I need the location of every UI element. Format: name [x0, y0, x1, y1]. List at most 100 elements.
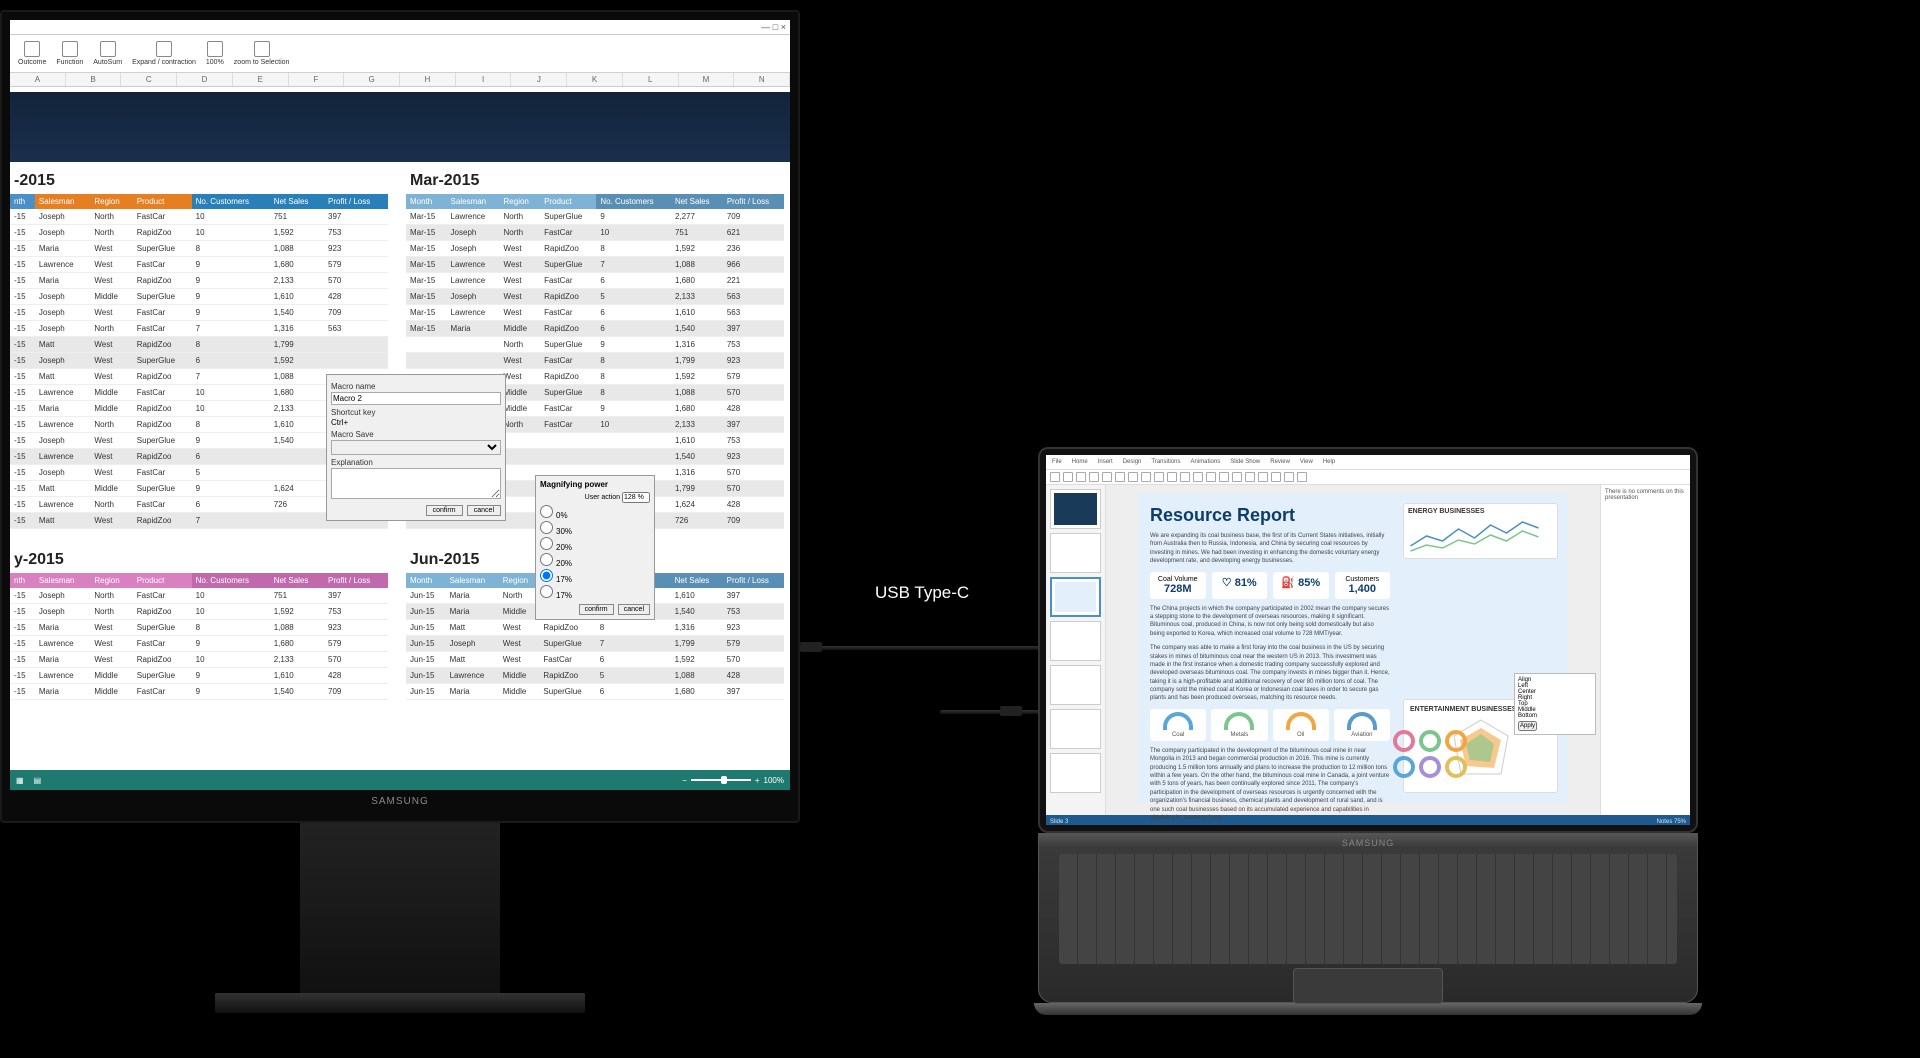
ribbon-tab[interactable]: Design [1121, 458, 1144, 466]
explanation-textarea[interactable] [331, 468, 501, 499]
kpi-card: Customers1,400 [1335, 572, 1391, 599]
toolbar-outcome[interactable]: Outcome [16, 39, 48, 68]
magnify-cancel-button[interactable]: cancel [618, 604, 650, 615]
ribbon-icons[interactable] [1046, 470, 1690, 485]
table-row[interactable]: Mar-15MariaMiddleRapidZoo61,540397 [406, 321, 784, 337]
ribbon-tab[interactable]: Review [1268, 458, 1292, 466]
magnify-dialog[interactable]: Magnifying power User action 0%30%20%20%… [535, 475, 655, 620]
zoom-minus-icon[interactable]: − [682, 776, 687, 785]
mini-donut-grid [1393, 730, 1467, 778]
table-row[interactable]: -15LawrenceWestFastCar91,680579 [10, 257, 388, 273]
table-row[interactable]: -15MariaWestRapidZoo102,133570 [10, 652, 388, 668]
table-row[interactable]: -15MariaWestRapidZoo92,133570 [10, 273, 388, 289]
table-row[interactable]: Jun-15MattWestFastCar61,592570 [406, 652, 784, 668]
macro-cancel-button[interactable]: cancel [467, 505, 501, 516]
table-row[interactable]: -15JosephNorthRapidZoo101,592753 [10, 604, 388, 620]
window-controls[interactable]: — □ × [10, 20, 790, 35]
table-row[interactable]: -15JosephNorthFastCar10751397 [10, 588, 388, 604]
table-row[interactable]: -15MariaWestSuperGlue81,088923 [10, 241, 388, 257]
ribbon-tab[interactable]: Transitions [1149, 458, 1182, 466]
thumbnail-6[interactable] [1050, 709, 1101, 749]
thumbnail-5[interactable] [1050, 665, 1101, 705]
table-row[interactable]: -15JosephNorthFastCar71,316563 [10, 321, 388, 337]
table-row[interactable]: Jun-15JosephWestSuperGlue71,799579 [406, 636, 784, 652]
align-option[interactable]: Bottom [1518, 713, 1592, 719]
table-row[interactable]: Mar-15JosephNorthFastCar10751621 [406, 225, 784, 241]
ribbon-tab[interactable]: Help [1321, 458, 1337, 466]
thumbnail-2[interactable] [1050, 533, 1101, 573]
macro-dialog[interactable]: Macro name Shortcut key Ctrl+ Macro Save… [326, 374, 506, 521]
table-row[interactable]: -15LawrenceWestFastCar91,680579 [10, 636, 388, 652]
kpi-card: ♡ 81% [1212, 572, 1268, 599]
table-row[interactable]: -15MattWestRapidZoo81,799 [10, 337, 388, 353]
monitor-screen: — □ × Outcome Function AutoSum Expand / … [10, 20, 790, 790]
sheet-icon2[interactable]: ▤ [34, 776, 42, 785]
zoom-thumb[interactable] [721, 776, 727, 784]
section-bot-left: y-2015 nthSalesmanRegionProductNo. Custo… [10, 541, 388, 700]
ribbon-tab[interactable]: Slide Show [1228, 458, 1262, 466]
presentation-ribbon-tabs[interactable]: File Home Insert Design Transitions Animation… [1046, 455, 1690, 470]
ribbon-tab[interactable]: View [1298, 458, 1315, 466]
line-chart [1408, 518, 1553, 554]
toolbar-zoom-selection[interactable]: zoom to Selection [232, 39, 292, 68]
slide-canvas[interactable]: Resource Report We are expanding its coa… [1106, 485, 1600, 815]
data-table[interactable]: nthSalesmanRegionProductNo. CustomersNet… [10, 573, 388, 700]
macro-name-input[interactable] [331, 392, 501, 405]
table-row[interactable]: Mar-15LawrenceNorthSuperGlue92,277709 [406, 209, 784, 225]
ribbon-tab[interactable]: Home [1070, 458, 1090, 466]
toolbar-function[interactable]: Function [54, 39, 85, 68]
magnify-option[interactable]: 17% [540, 585, 650, 600]
user-action-input[interactable] [622, 492, 650, 503]
zoom-plus-icon[interactable]: + [755, 776, 760, 785]
table-row[interactable]: Mar-15LawrenceWestFastCar61,680221 [406, 273, 784, 289]
magnify-option[interactable]: 20% [540, 537, 650, 552]
table-row[interactable]: WestFastCar81,799923 [406, 353, 784, 369]
table-row[interactable]: Jun-15MariaMiddleSuperGlue61,680397 [406, 684, 784, 700]
magnify-option[interactable]: 20% [540, 553, 650, 568]
zoom-slider[interactable]: − + 100% [682, 776, 784, 785]
table-row[interactable]: -15JosephNorthFastCar10751397 [10, 209, 388, 225]
toolbar-100pct[interactable]: 100% [204, 39, 226, 68]
column-headers[interactable]: ABCDEFGHIJKLMN [10, 73, 790, 87]
function-icon [62, 41, 78, 57]
gauge: Aviation [1334, 709, 1390, 741]
table-row[interactable]: -15JosephMiddleSuperGlue91,610428 [10, 289, 388, 305]
macro-save-select[interactable] [331, 440, 501, 455]
slide-intro: We are expanding its coal business base,… [1150, 532, 1390, 566]
thumbnail-4[interactable] [1050, 621, 1101, 661]
table-row[interactable]: Jun-15MattWestRapidZoo81,316923 [406, 620, 784, 636]
zoom-track[interactable] [691, 779, 751, 781]
table-row[interactable]: -15JosephNorthRapidZoo101,592753 [10, 225, 388, 241]
table-row[interactable]: Mar-15LawrenceWestFastCar61,610563 [406, 305, 784, 321]
table-row[interactable]: -15MariaMiddleFastCar91,540709 [10, 684, 388, 700]
table-row[interactable]: -15JosephWestSuperGlue61,592 [10, 353, 388, 369]
align-apply-button[interactable]: Apply [1518, 721, 1537, 731]
table-row[interactable]: Mar-15JosephWestRapidZoo52,133563 [406, 289, 784, 305]
table-row[interactable]: NorthSuperGlue91,316753 [406, 337, 784, 353]
table-row[interactable]: -15LawrenceMiddleSuperGlue91,610428 [10, 668, 388, 684]
toolbar-autosum[interactable]: AutoSum [91, 39, 124, 68]
align-floating-panel[interactable]: AlignLeftCenterRightTopMiddleBottomApply [1514, 673, 1596, 735]
magnify-option[interactable]: 30% [540, 521, 650, 536]
kpi-row: Coal Volume728M♡ 81%⛽ 85%Customers1,400 [1150, 572, 1390, 599]
magnify-option[interactable]: 17% [540, 569, 650, 584]
magnify-option[interactable]: 0% [540, 505, 650, 520]
section-title: Mar-2015 [410, 172, 784, 190]
table-row[interactable]: Mar-15LawrenceWestSuperGlue71,088966 [406, 257, 784, 273]
magnify-confirm-button[interactable]: confirm [579, 604, 614, 615]
keyboard [1059, 854, 1677, 964]
table-row[interactable]: Jun-15LawrenceMiddleRapidZoo51,088428 [406, 668, 784, 684]
table-row[interactable]: -15JosephWestFastCar91,540709 [10, 305, 388, 321]
ribbon-tab[interactable]: File [1050, 458, 1064, 466]
table-row[interactable]: Mar-15JosephWestRapidZoo81,592236 [406, 241, 784, 257]
ribbon-tab[interactable]: Animations [1189, 458, 1223, 466]
thumbnail-3[interactable] [1050, 577, 1101, 617]
macro-confirm-button[interactable]: confirm [426, 505, 463, 516]
ribbon-tab[interactable]: Insert [1096, 458, 1115, 466]
thumbnail-1[interactable] [1050, 489, 1101, 529]
table-row[interactable]: -15MariaWestSuperGlue81,088923 [10, 620, 388, 636]
toolbar-expand[interactable]: Expand / contraction [130, 39, 198, 68]
sheet-icon[interactable]: ▦ [16, 776, 24, 785]
thumbnail-7[interactable] [1050, 753, 1101, 793]
slide-thumbnails[interactable] [1046, 485, 1106, 815]
